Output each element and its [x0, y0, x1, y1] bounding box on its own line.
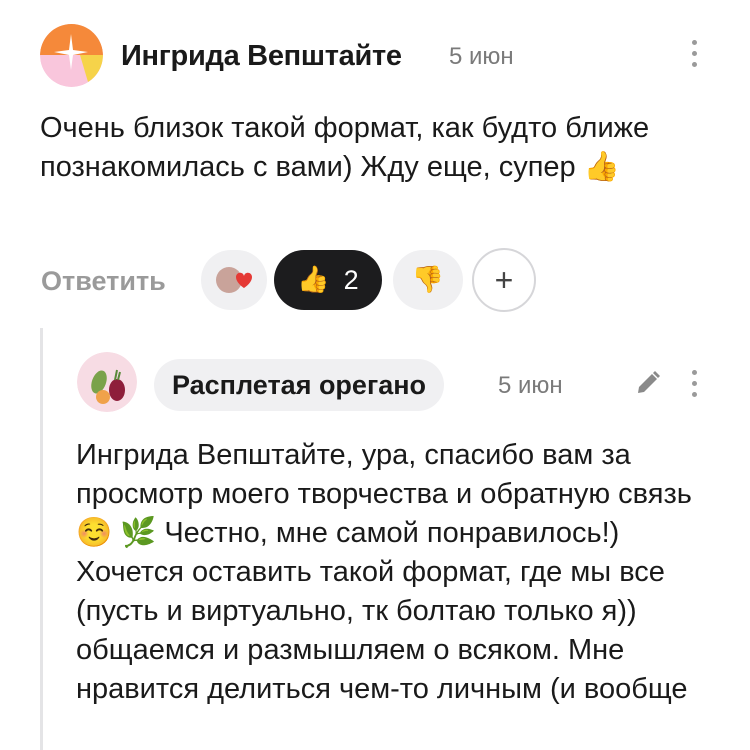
edit-pencil-icon[interactable]	[633, 368, 663, 398]
reply-date: 5 июн	[498, 372, 563, 399]
author-name[interactable]: Ингрида Вепштайте	[121, 40, 402, 73]
reply-text: Ингрида Вепштайте, ура, спасибо вам за п…	[76, 439, 692, 705]
comment-date: 5 июн	[449, 43, 514, 70]
thumbs-down-icon: 👎	[411, 265, 445, 295]
avatar-image	[40, 24, 103, 87]
love-reaction-icon	[216, 267, 252, 293]
reaction-like-button[interactable]: 👍 2	[274, 250, 382, 310]
like-count: 2	[343, 264, 359, 295]
thread-line	[40, 328, 43, 750]
reply-button[interactable]: Ответить	[41, 266, 166, 297]
comment-text: Очень близок такой формат, как будто бли…	[40, 112, 650, 183]
more-options-icon[interactable]	[684, 370, 704, 410]
reply-author-avatar[interactable]	[77, 352, 137, 412]
add-reaction-button[interactable]: +	[472, 248, 536, 312]
author-avatar[interactable]	[40, 24, 103, 87]
reply-author-name[interactable]: Расплетая орегано	[154, 359, 445, 411]
plus-icon: +	[494, 261, 514, 298]
reaction-dislike-button[interactable]: 👎	[393, 250, 463, 310]
comment-actions: Ответить 👍 2 👎 +	[40, 248, 740, 312]
avatar-image	[77, 352, 137, 412]
more-options-icon[interactable]	[684, 40, 704, 80]
thumbs-up-icon: 👍	[297, 265, 330, 295]
reaction-love-button[interactable]	[201, 250, 267, 310]
